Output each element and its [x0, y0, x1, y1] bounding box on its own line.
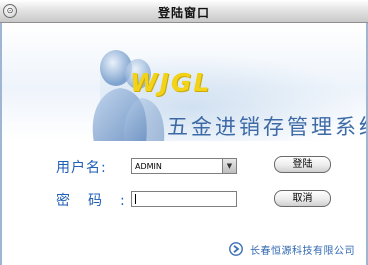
- password-label: 密码:: [56, 193, 143, 209]
- username-select[interactable]: ADMIN ▼: [131, 158, 237, 174]
- login-button[interactable]: 登陆: [274, 156, 331, 173]
- title-bar[interactable]: ⊙ 登陆窗口: [0, 0, 368, 23]
- banner: WJGL 五金进销存管理系统: [0, 23, 368, 141]
- username-value: ADMIN: [135, 162, 162, 171]
- login-window: ⊙ 登陆窗口 WJGL 五金进销存管理系统 用户名: ADMIN ▼ 密码: 登…: [0, 0, 368, 265]
- window-title: 登陆窗口: [157, 6, 210, 20]
- logo-text: WJGL: [130, 68, 212, 97]
- text-caret: [135, 194, 136, 204]
- password-field[interactable]: [131, 191, 237, 207]
- login-form: 用户名: ADMIN ▼ 密码: 登陆 取消 长春恒源科技有限公司: [0, 141, 368, 265]
- app-subtitle: 五金进销存管理系统: [167, 115, 368, 139]
- username-label: 用户名:: [56, 160, 107, 176]
- window-left-border: [0, 23, 2, 265]
- arrow-circle-icon: [229, 242, 243, 256]
- cancel-button[interactable]: 取消: [274, 190, 331, 207]
- company-name: 长春恒源科技有限公司: [250, 246, 355, 257]
- chevron-down-icon[interactable]: ▼: [222, 159, 236, 173]
